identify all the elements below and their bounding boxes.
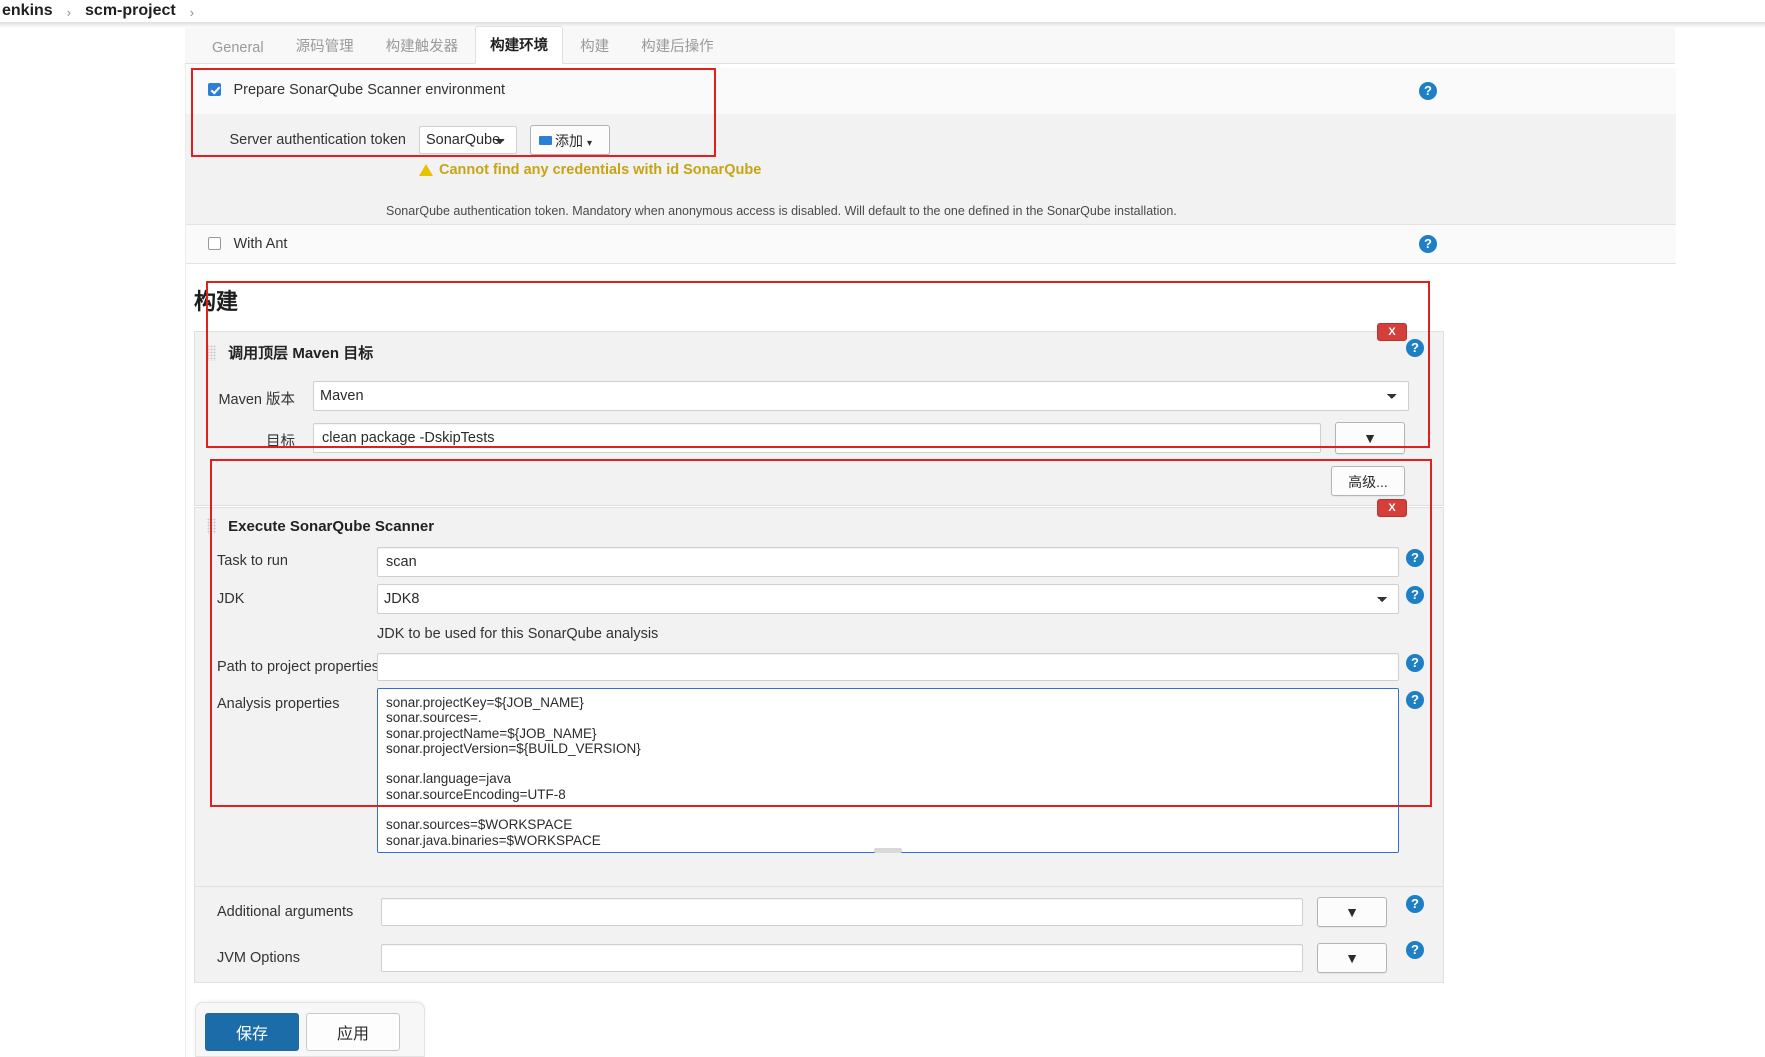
help-icon-additional-arguments[interactable]: ? <box>1406 895 1424 913</box>
help-icon-task-to-run[interactable]: ? <box>1406 549 1424 567</box>
apply-button[interactable]: 应用 <box>306 1013 400 1051</box>
sonar-token-hint: SonarQube authentication token. Mandator… <box>386 204 1177 218</box>
jvm-options-dropdown-button[interactable]: ▼ <box>1317 943 1387 973</box>
additional-arguments-label: Additional arguments <box>217 904 354 920</box>
build-section-title: 构建 <box>194 289 239 314</box>
breadcrumb-item-jenkins[interactable]: enkins <box>2 2 53 20</box>
config-content: Prepare SonarQube Scanner environment ? … <box>185 64 1676 1057</box>
additional-arguments-input[interactable] <box>381 898 1303 926</box>
sonar-scanner-header: Execute SonarQube Scanner <box>228 518 435 535</box>
breadcrumb-trailing-separator-icon: › <box>189 4 195 20</box>
sonar-scanner-extra-options: Additional arguments ▼ JVM Options ▼ <box>194 887 1444 983</box>
jvm-options-label: JVM Options <box>217 950 300 966</box>
help-icon-jvm-options[interactable]: ? <box>1406 941 1424 959</box>
maven-version-select[interactable]: Maven <box>313 381 1409 411</box>
additional-arguments-dropdown-button[interactable]: ▼ <box>1317 897 1387 927</box>
sonar-token-label: Server authentication token <box>229 132 406 148</box>
warning-triangle-icon <box>419 164 433 176</box>
maven-goals-input[interactable] <box>313 423 1321 453</box>
sonar-scanner-delete-button[interactable]: X <box>1377 499 1407 517</box>
task-to-run-label: Task to run <box>217 553 288 569</box>
jdk-hint: JDK to be used for this SonarQube analys… <box>377 626 659 642</box>
textarea-resize-grip[interactable] <box>874 848 902 853</box>
path-to-project-properties-label: Path to project properties <box>217 659 380 675</box>
path-to-project-properties-input[interactable] <box>377 653 1399 681</box>
breadcrumb: enkins › scm-project › <box>0 0 1765 22</box>
sonar-prepare-label: Prepare SonarQube Scanner environment <box>233 82 506 98</box>
tab-general[interactable]: General <box>197 32 279 64</box>
jdk-label: JDK <box>217 591 245 607</box>
sonar-scanner-build-step: Execute SonarQube Scanner Task to run JD… <box>194 507 1444 887</box>
add-credentials-button[interactable]: 添加 ▾ <box>530 125 610 155</box>
sonar-credentials-warning: Cannot find any credentials with id Sona… <box>419 162 761 178</box>
form-action-bar: 保存 应用 <box>195 1002 425 1057</box>
breadcrumb-item-project[interactable]: scm-project <box>85 2 176 20</box>
chevron-down-icon: ▾ <box>587 138 593 149</box>
task-to-run-input[interactable] <box>377 547 1399 577</box>
with-ant-checkbox[interactable] <box>208 237 221 250</box>
jdk-select[interactable]: JDK8 <box>377 584 1399 614</box>
tab-source-management[interactable]: 源码管理 <box>281 27 369 64</box>
drag-handle-icon-maven[interactable] <box>207 345 216 361</box>
sonar-prepare-checkbox[interactable] <box>208 83 221 96</box>
sonar-prepare-checkbox-row: Prepare SonarQube Scanner environment ? <box>186 68 1676 114</box>
help-icon-jdk[interactable]: ? <box>1406 586 1424 604</box>
divider-2 <box>186 263 1676 264</box>
tab-build[interactable]: 构建 <box>565 27 624 64</box>
jvm-options-input[interactable] <box>381 944 1303 972</box>
sonar-scanner-header-wrap: Execute SonarQube Scanner <box>207 508 434 545</box>
maven-version-label: Maven 版本 <box>218 392 295 408</box>
add-credentials-label: 添加 <box>555 133 583 149</box>
save-button[interactable]: 保存 <box>205 1013 299 1051</box>
maven-advanced-button[interactable]: 高级... <box>1331 466 1405 496</box>
sonar-hint-row: SonarQube authentication token. Mandator… <box>186 200 1676 224</box>
key-icon <box>539 136 552 145</box>
breadcrumb-separator-icon: › <box>66 4 72 20</box>
config-page: General 源码管理 构建触发器 构建环境 构建 构建后操作 Prepare… <box>0 26 1765 1057</box>
maven-goals-label: 目标 <box>266 434 295 450</box>
tab-build-environment[interactable]: 构建环境 <box>475 26 564 64</box>
sonar-credentials-warning-text: Cannot find any credentials with id Sona… <box>439 162 762 178</box>
maven-step-header-wrap: 调用顶层 Maven 目标 <box>207 332 373 373</box>
config-tabs: General 源码管理 构建触发器 构建环境 构建 构建后操作 <box>185 26 1675 64</box>
maven-step-header: 调用顶层 Maven 目标 <box>228 345 374 362</box>
tab-build-triggers[interactable]: 构建触发器 <box>371 27 474 64</box>
maven-build-step: 调用顶层 Maven 目标 Maven 版本 Maven 目标 ▼ 高级... <box>194 331 1444 506</box>
drag-handle-icon-sonar[interactable] <box>207 518 216 534</box>
sonar-token-select[interactable]: SonarQube <box>419 126 517 154</box>
help-icon-with-ant[interactable]: ? <box>1419 235 1437 253</box>
analysis-properties-label: Analysis properties <box>217 696 340 712</box>
with-ant-checkbox-wrap[interactable]: With Ant <box>208 235 287 253</box>
maven-goals-dropdown-button[interactable]: ▼ <box>1335 422 1405 454</box>
with-ant-row: With Ant ? <box>186 225 1676 263</box>
tab-post-build-actions[interactable]: 构建后操作 <box>626 27 729 64</box>
help-icon-sonar-prepare[interactable]: ? <box>1419 82 1437 100</box>
sonar-token-row: Server authentication token SonarQube 添加… <box>186 114 1676 200</box>
analysis-properties-textarea[interactable]: sonar.projectKey=${JOB_NAME} sonar.sourc… <box>377 688 1399 853</box>
help-icon-path-properties[interactable]: ? <box>1406 654 1424 672</box>
sonar-prepare-checkbox-wrap[interactable]: Prepare SonarQube Scanner environment <box>208 81 505 99</box>
help-icon-analysis-properties[interactable]: ? <box>1406 691 1424 709</box>
help-icon-maven-step[interactable]: ? <box>1406 339 1424 357</box>
with-ant-label: With Ant <box>233 236 288 252</box>
maven-step-delete-button[interactable]: X <box>1377 323 1407 341</box>
